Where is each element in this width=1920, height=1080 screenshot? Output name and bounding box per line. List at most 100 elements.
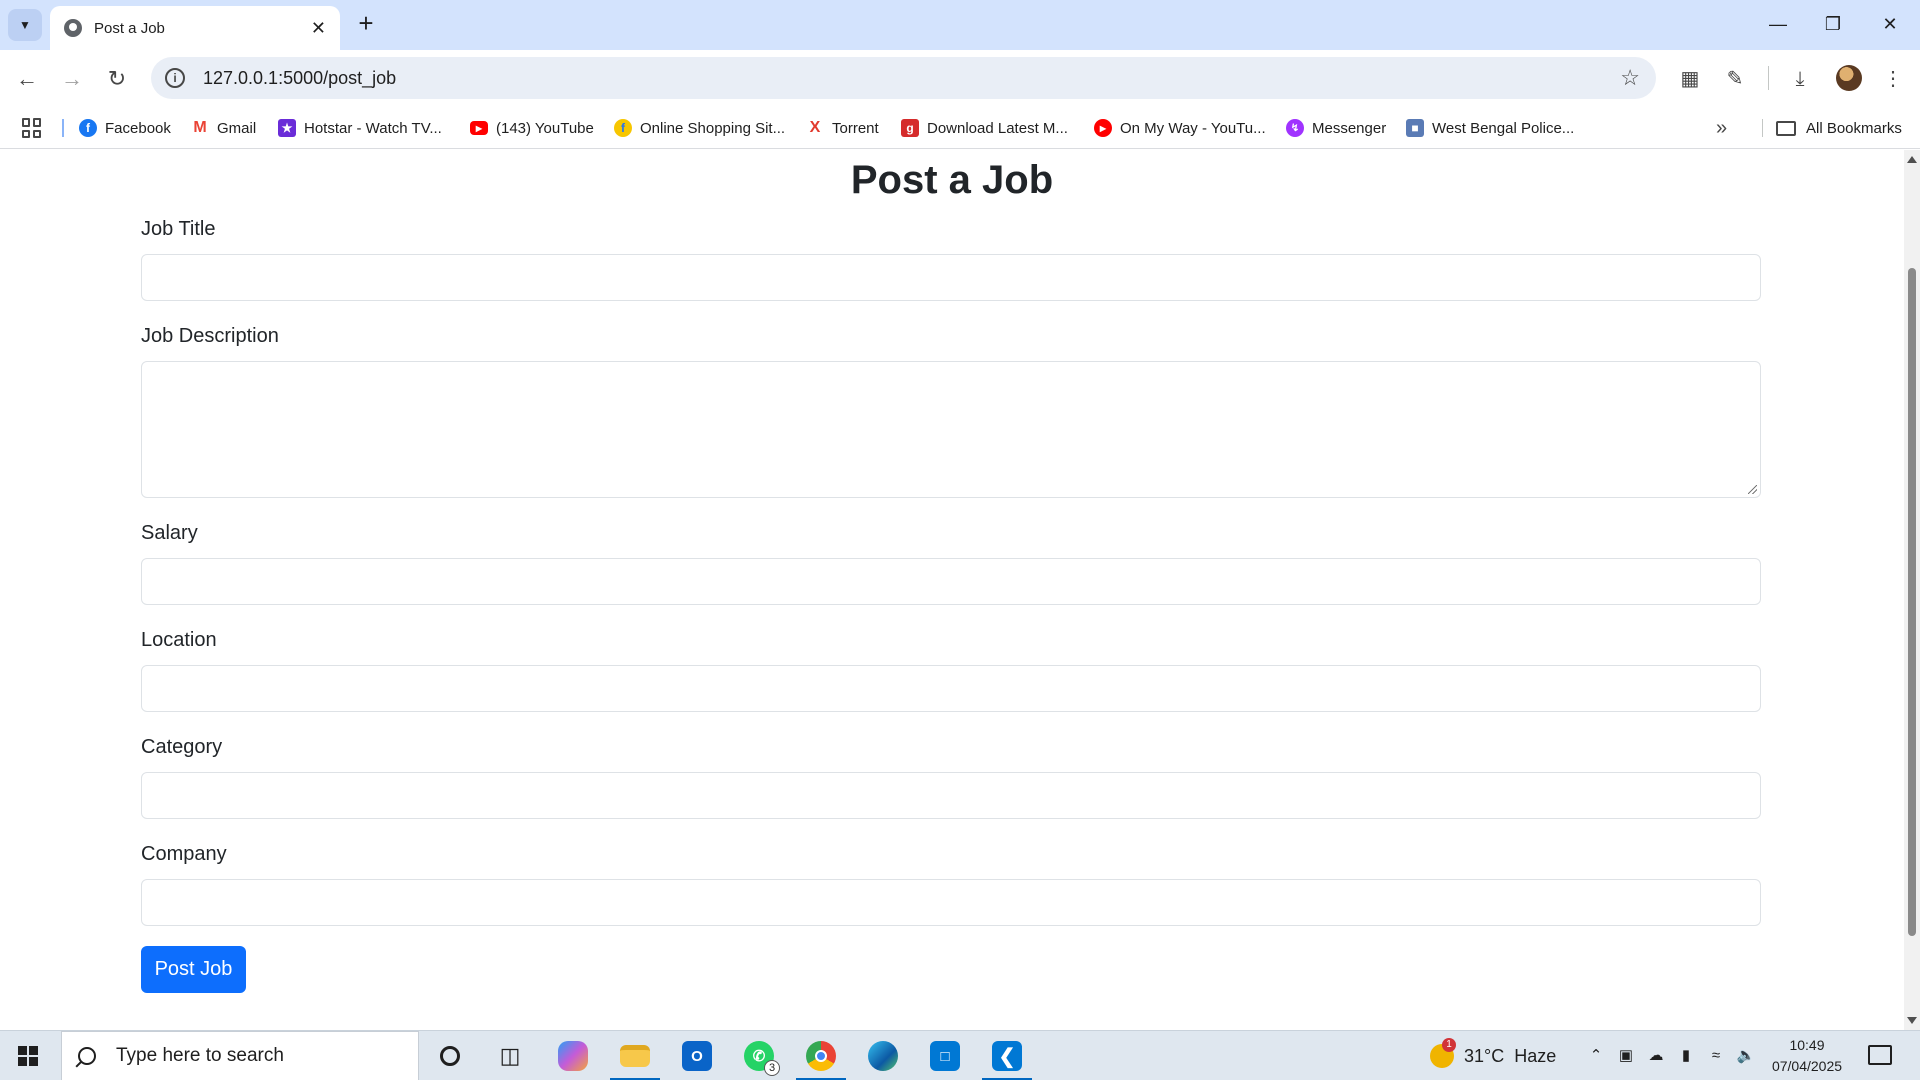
messenger-icon: ↯	[1286, 119, 1304, 137]
bookmark-label: On My Way - YouTu...	[1120, 119, 1266, 137]
police-site-icon: ■	[1406, 119, 1424, 137]
location-input[interactable]	[141, 665, 1761, 712]
bookmark-label: West Bengal Police...	[1432, 119, 1575, 137]
bookmark-label: (143) YouTube	[496, 119, 594, 137]
whatsapp-icon[interactable]: ✆ 3	[740, 1038, 780, 1076]
flipkart-icon: f	[614, 119, 632, 137]
edge-icon[interactable]	[864, 1038, 902, 1074]
bookmarks-divider	[62, 119, 64, 137]
tab-post-a-job[interactable]: Post a Job ✕	[50, 6, 340, 50]
more-bookmarks-chevron-icon[interactable]: »	[1716, 117, 1727, 140]
cortana-icon[interactable]	[431, 1038, 469, 1074]
category-input[interactable]	[141, 772, 1761, 819]
tab-title: Post a Job	[94, 19, 165, 37]
wifi-icon[interactable]: ≈	[1705, 1045, 1727, 1067]
bookmark-gmail[interactable]: M Gmail	[191, 115, 256, 141]
copilot-icon[interactable]	[554, 1038, 592, 1074]
windows-taskbar: Type here to search ◫ O ✆ 3 □ ❮ 1 31°C H…	[0, 1030, 1920, 1080]
apps-grid-icon[interactable]	[22, 118, 42, 138]
gmail-icon: M	[191, 119, 209, 137]
youtube-icon: ▶	[470, 121, 488, 135]
new-tab-button[interactable]: +	[352, 10, 380, 38]
company-label: Company	[141, 843, 227, 865]
globe-icon	[64, 19, 82, 37]
site-info-icon[interactable]: i	[165, 68, 185, 88]
close-icon[interactable]: ✕	[311, 19, 326, 37]
job-description-textarea[interactable]	[141, 361, 1761, 498]
bookmark-youtube[interactable]: ▶ (143) YouTube	[470, 115, 594, 141]
bookmark-label: Gmail	[217, 119, 257, 137]
scroll-down-arrow-icon[interactable]	[1907, 1017, 1917, 1024]
weather-badge: 1	[1442, 1038, 1456, 1052]
battery-icon[interactable]: ▮	[1675, 1045, 1697, 1067]
speaker-icon[interactable]: 🔈	[1735, 1045, 1757, 1067]
bookmark-facebook[interactable]: f Facebook	[79, 115, 171, 141]
whatsapp-badge: 3	[764, 1060, 780, 1076]
bookmarks-divider	[1762, 119, 1763, 137]
restore-button[interactable]: ❐	[1813, 8, 1853, 40]
all-bookmarks-button[interactable]: All Bookmarks	[1776, 115, 1902, 141]
chrome-icon[interactable]	[796, 1038, 846, 1080]
reload-icon[interactable]: ↻	[100, 62, 134, 96]
page-content: Post a Job Job Title Job Description Sal…	[0, 150, 1904, 1030]
minimize-button[interactable]: —	[1758, 8, 1798, 40]
category-label: Category	[141, 736, 223, 758]
bookmark-west-bengal-police[interactable]: ■ West Bengal Police...	[1406, 115, 1574, 141]
forward-arrow-icon[interactable]: →	[55, 62, 89, 96]
youtube-music-icon: ▶	[1094, 119, 1112, 137]
facebook-icon: f	[79, 119, 97, 137]
onedrive-cloud-icon[interactable]: ☁	[1645, 1045, 1667, 1067]
bookmark-online-shopping[interactable]: f Online Shopping Sit...	[614, 115, 785, 141]
chat-app-icon[interactable]: □	[926, 1038, 964, 1074]
bookmark-star-icon[interactable]: ☆	[1620, 65, 1640, 91]
vscode-icon[interactable]: ❮	[982, 1038, 1032, 1080]
profile-avatar[interactable]	[1836, 65, 1862, 91]
clock-date: 07/04/2025	[1771, 1058, 1843, 1074]
toolbar-divider	[1768, 66, 1769, 90]
salary-input[interactable]	[141, 558, 1761, 605]
task-view-icon[interactable]: ◫	[491, 1038, 529, 1074]
windows-start-icon[interactable]	[18, 1046, 38, 1066]
url-text[interactable]: 127.0.0.1:5000/post_job	[203, 68, 1620, 89]
more-menu-icon[interactable]: ⋮	[1876, 62, 1910, 96]
taskbar-search-box[interactable]: Type here to search	[61, 1031, 419, 1080]
address-bar[interactable]: i 127.0.0.1:5000/post_job ☆	[151, 57, 1656, 99]
page-scrollbar[interactable]	[1904, 150, 1920, 1030]
back-arrow-icon[interactable]: ←	[10, 62, 44, 96]
resize-grip-icon[interactable]	[1748, 485, 1757, 494]
weather-sun-icon: 1	[1430, 1038, 1456, 1068]
bookmark-torrent[interactable]: X Torrent	[806, 115, 879, 141]
bookmark-messenger[interactable]: ↯ Messenger	[1286, 115, 1386, 141]
job-title-input[interactable]	[141, 254, 1761, 301]
bookmark-label: Messenger	[1312, 119, 1387, 137]
download-site-icon: g	[901, 119, 919, 137]
scroll-up-arrow-icon[interactable]	[1907, 156, 1917, 163]
bookmark-hotstar[interactable]: ★ Hotstar - Watch TV...	[278, 115, 442, 141]
bookmark-download-latest[interactable]: g Download Latest M...	[901, 115, 1068, 141]
company-input[interactable]	[141, 879, 1761, 926]
weather-widget[interactable]: 1 31°C Haze	[1430, 1038, 1556, 1071]
scroll-thumb[interactable]	[1908, 268, 1916, 936]
notification-icon[interactable]	[1868, 1045, 1892, 1065]
post-job-button[interactable]: Post Job	[141, 946, 246, 993]
location-label: Location	[141, 629, 217, 651]
bookmark-label: Torrent	[832, 119, 879, 137]
file-explorer-icon[interactable]	[610, 1038, 660, 1080]
meet-icon[interactable]: ▣	[1615, 1045, 1637, 1067]
outlook-icon[interactable]: O	[678, 1038, 716, 1074]
system-clock[interactable]: 10:49 07/04/2025	[1762, 1035, 1852, 1077]
download-icon[interactable]: ⤓	[1783, 62, 1817, 96]
tab-search-button[interactable]: ▼	[8, 9, 42, 41]
bookmark-on-my-way[interactable]: ▶ On My Way - YouTu...	[1094, 115, 1266, 141]
window-close-button[interactable]: ✕	[1870, 8, 1910, 40]
browser-titlebar: ▼ Post a Job ✕ + — ❐ ✕	[0, 0, 1920, 50]
browser-toolbar: ← → ↻ i 127.0.0.1:5000/post_job ☆ ▦ ✎ ⤓ …	[0, 50, 1920, 107]
chevron-up-icon[interactable]: ⌃	[1585, 1045, 1607, 1067]
torrent-icon: X	[809, 119, 821, 136]
all-bookmarks-label: All Bookmarks	[1806, 119, 1902, 137]
weather-temp: 31°C	[1464, 1045, 1505, 1066]
bookmarks-bar: f Facebook M Gmail ★ Hotstar - Watch TV.…	[0, 107, 1920, 149]
extension-puzzle-icon[interactable]: ▦	[1673, 62, 1707, 96]
extensions-icon[interactable]: ✎	[1718, 62, 1752, 96]
search-icon	[78, 1047, 96, 1065]
